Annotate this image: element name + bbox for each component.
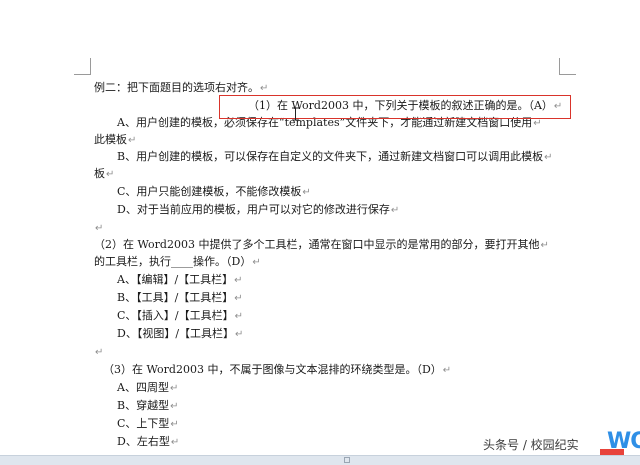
document-line[interactable]: D、左右型↵	[117, 435, 179, 450]
paragraph-mark-icon: ↵	[234, 311, 244, 322]
document-line[interactable]: 例二：把下面题目的选项右对齐。↵	[94, 81, 268, 96]
paragraph-mark-icon: ↵	[252, 257, 261, 268]
line-text: C、用户只能创建模板，不能修改模板	[117, 185, 302, 198]
line-text: 例二：把下面题目的选项右对齐。	[94, 81, 259, 94]
document-line[interactable]: D、对于当前应用的模板，用户可以对它的修改进行保存↵	[117, 203, 399, 218]
document-line[interactable]: ↵	[94, 221, 103, 236]
line-text: D、对于当前应用的模板，用户可以对它的修改进行保存	[117, 203, 390, 216]
line-text: A、四周型	[117, 381, 169, 394]
paragraph-mark-icon: ↵	[260, 83, 269, 94]
paragraph-mark-icon: ↵	[95, 347, 104, 358]
paragraph-mark-icon: ↵	[234, 293, 243, 304]
document-line[interactable]: （3）在 Word2003 中，不属于图像与文本混排的环绕类型是。（D）↵	[103, 363, 451, 378]
document-line[interactable]: A、【编辑】/【工具栏】↵	[117, 273, 243, 288]
line-text: 的工具栏，执行____操作。（D）	[94, 255, 252, 268]
line-text: 此模板	[94, 133, 127, 146]
document-line[interactable]: B、【工具】/【工具栏】↵	[117, 291, 243, 306]
paragraph-mark-icon: ↵	[533, 118, 542, 129]
line-text: C、上下型	[117, 417, 170, 430]
question-highlight-box	[219, 95, 571, 119]
document-line[interactable]: C、用户只能创建模板，不能修改模板↵	[117, 185, 311, 200]
document-line[interactable]: C、上下型↵	[117, 417, 179, 432]
paragraph-mark-icon: ↵	[128, 135, 137, 146]
document-line[interactable]: B、用户创建的模板，可以保存在自定义的文件夹下，通过新建文档窗口可以调用此模板↵	[117, 150, 552, 165]
paragraph-mark-icon: ↵	[235, 329, 244, 340]
paragraph-mark-icon: ↵	[169, 383, 179, 394]
document-page[interactable]: 例二：把下面题目的选项右对齐。↵ （1）在 Word2003 中，下列关于模板的叙…	[0, 0, 640, 465]
document-line[interactable]: 此模板↵	[94, 133, 136, 148]
paragraph-mark-icon: ↵	[442, 365, 452, 376]
paragraph-mark-icon: ↵	[234, 275, 243, 286]
line-text: B、穿越型	[117, 399, 170, 412]
ibeam-cursor-icon	[291, 107, 300, 121]
paragraph-mark-icon: ↵	[170, 419, 179, 430]
paragraph-mark-icon: ↵	[170, 437, 180, 448]
line-text: 板	[94, 167, 105, 180]
margin-corner-top-right	[559, 58, 576, 75]
document-line[interactable]: ↵	[94, 345, 103, 360]
scroll-thumb[interactable]	[344, 457, 350, 463]
paragraph-mark-icon: ↵	[106, 169, 115, 180]
document-line[interactable]: A、四周型↵	[117, 381, 178, 396]
line-text: D、【视图】/【工具栏】	[117, 327, 235, 340]
horizontal-scrollbar[interactable]	[0, 455, 640, 465]
document-line[interactable]: 板↵	[94, 167, 114, 182]
paragraph-mark-icon: ↵	[390, 205, 400, 216]
paragraph-mark-icon: ↵	[540, 240, 549, 251]
line-text: （2）在 Word2003 中提供了多个工具栏，通常在窗口中显示的是常用的部分，…	[94, 238, 540, 251]
paragraph-mark-icon: ↵	[302, 187, 311, 198]
document-line[interactable]: （2）在 Word2003 中提供了多个工具栏，通常在窗口中显示的是常用的部分，…	[94, 238, 549, 253]
watermark-text: 头条号 / 校园纪实	[483, 438, 579, 452]
paragraph-mark-icon: ↵	[544, 152, 553, 163]
document-line[interactable]: C、【插入】/【工具栏】↵	[117, 309, 243, 324]
line-text: D、左右型	[117, 435, 170, 448]
paragraph-mark-icon: ↵	[170, 401, 179, 412]
document-line[interactable]: 的工具栏，执行____操作。（D）↵	[94, 255, 261, 270]
margin-corner-top-left	[74, 58, 91, 75]
line-text: （3）在 Word2003 中，不属于图像与文本混排的环绕类型是。（D）	[103, 363, 442, 376]
line-text: B、【工具】/【工具栏】	[117, 291, 234, 304]
paragraph-mark-icon: ↵	[95, 223, 104, 234]
line-text: C、【插入】/【工具栏】	[117, 309, 234, 322]
document-line[interactable]: D、【视图】/【工具栏】↵	[117, 327, 243, 342]
line-text: B、用户创建的模板，可以保存在自定义的文件夹下，通过新建文档窗口可以调用此模板	[117, 150, 544, 163]
line-text: A、【编辑】/【工具栏】	[117, 273, 234, 286]
document-line[interactable]: B、穿越型↵	[117, 399, 178, 414]
